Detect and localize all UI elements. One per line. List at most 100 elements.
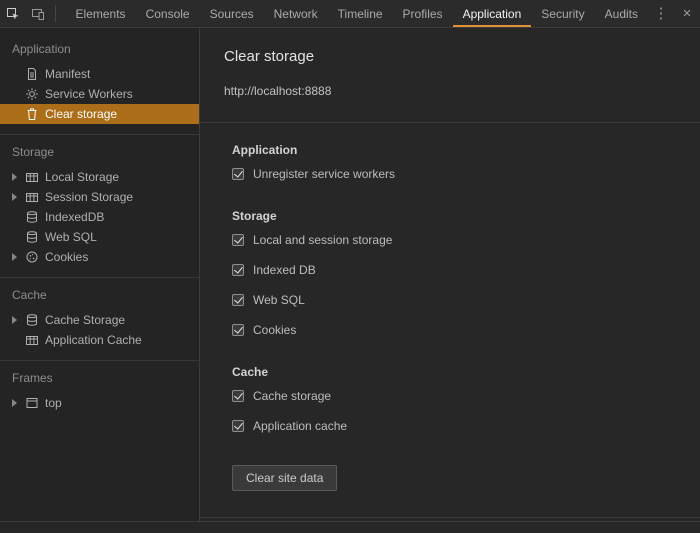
expand-arrow-icon[interactable] [12,173,25,181]
panel-tabs: Elements Console Sources Network Timelin… [66,0,648,27]
tab-audits[interactable]: Audits [595,0,648,27]
report-section-title: Application [232,143,676,157]
expand-arrow-icon[interactable] [12,253,25,261]
inspect-button[interactable] [0,0,25,27]
sidebar-item-label: Local Storage [45,170,119,184]
tab-elements[interactable]: Elements [66,0,136,27]
database-icon [25,230,43,244]
main-toolbar: Elements Console Sources Network Timelin… [0,0,700,28]
option-label: Cache storage [253,389,331,403]
tab-security[interactable]: Security [531,0,594,27]
clear-storage-panel: Clear storage http://localhost:8888 Appl… [200,28,700,521]
expand-arrow-icon[interactable] [12,316,25,324]
option-unregister-service-workers[interactable]: Unregister service workers [232,159,676,189]
sidebar-item-label: Cookies [45,250,88,264]
document-icon [25,67,43,81]
tab-profiles[interactable]: Profiles [393,0,453,27]
origin-url: http://localhost:8888 [224,84,676,98]
tab-timeline[interactable]: Timeline [328,0,393,27]
sidebar-section-title: Cache [0,280,199,310]
sidebar-item-label: Web SQL [45,230,97,244]
sidebar-item-cache-storage[interactable]: Cache Storage [0,310,199,330]
option-indexed-db[interactable]: Indexed DB [232,255,676,285]
option-cookies[interactable]: Cookies [232,315,676,345]
sidebar-section-storage: Storage Local Storage Session Storage [0,135,199,278]
sidebar-item-indexeddb[interactable]: IndexedDB [0,207,199,227]
sidebar-item-label: Cache Storage [45,313,125,327]
sidebar-item-clear-storage[interactable]: Clear storage [0,104,199,124]
device-toolbar-button[interactable] [25,0,50,27]
option-label: Web SQL [253,293,305,307]
sidebar-item-top-frame[interactable]: top [0,393,199,413]
local-and-session-storage-checkbox[interactable] [232,234,244,246]
tab-console[interactable]: Console [136,0,200,27]
sidebar-item-label: Application Cache [45,333,142,347]
option-application-cache[interactable]: Application cache [232,411,676,441]
cookie-icon [25,250,43,264]
report-section-application: Application Unregister service workers [232,143,676,189]
expand-arrow-icon[interactable] [12,193,25,201]
toolbar-separator [55,5,56,22]
sidebar-item-label: Session Storage [45,190,133,204]
sidebar-item-web-sql[interactable]: Web SQL [0,227,199,247]
drawer-edge[interactable] [0,521,700,533]
cache-storage-checkbox[interactable] [232,390,244,402]
database-icon [25,313,43,327]
tab-network[interactable]: Network [264,0,328,27]
application-cache-checkbox[interactable] [232,420,244,432]
option-local-and-session-storage[interactable]: Local and session storage [232,225,676,255]
report-section-title: Cache [232,365,676,379]
sidebar-item-manifest[interactable]: Manifest [0,64,199,84]
sidebar-item-cookies[interactable]: Cookies [0,247,199,267]
sidebar-section-frames: Frames top [0,361,199,423]
database-icon [25,210,43,224]
sidebar-section-title: Storage [0,137,199,167]
gear-icon [25,87,43,101]
more-icon: ⋮ [654,6,669,21]
sidebar-item-application-cache[interactable]: Application Cache [0,330,199,350]
expand-arrow-icon[interactable] [12,399,25,407]
sidebar-item-session-storage[interactable]: Session Storage [0,187,199,207]
sidebar-item-service-workers[interactable]: Service Workers [0,84,199,104]
page-title: Clear storage [224,46,676,68]
sidebar-section-title: Application [0,34,199,64]
option-label: Cookies [253,323,296,337]
frame-icon [25,396,43,410]
table-icon [25,170,43,184]
option-label: Indexed DB [253,263,316,277]
sidebar-section-title: Frames [0,363,199,393]
table-icon [25,190,43,204]
tab-sources[interactable]: Sources [200,0,264,27]
more-menu-button[interactable]: ⋮ [648,0,674,27]
toolbar-right-controls: ⋮ × [648,0,700,27]
application-sidebar: Application Manifest Service Workers [0,28,200,521]
devtools-window: Elements Console Sources Network Timelin… [0,0,700,533]
indexed-db-checkbox[interactable] [232,264,244,276]
sidebar-item-label: Service Workers [45,87,133,101]
tab-application[interactable]: Application [453,0,532,27]
option-web-sql[interactable]: Web SQL [232,285,676,315]
unregister-service-workers-checkbox[interactable] [232,168,244,180]
panel-header: Clear storage http://localhost:8888 [200,28,700,98]
clear-site-data-button[interactable]: Clear site data [232,465,337,491]
cookies-checkbox[interactable] [232,324,244,336]
panel-content: Application Manifest Service Workers [0,28,700,521]
clear-storage-report: Application Unregister service workers S… [200,123,700,491]
report-section-title: Storage [232,209,676,223]
sidebar-section-application: Application Manifest Service Workers [0,32,199,135]
device-toolbar-icon [31,7,45,21]
sidebar-item-local-storage[interactable]: Local Storage [0,167,199,187]
report-section-cache: Cache Cache storage Application cache [232,365,676,441]
inspect-icon [6,7,20,21]
option-label: Application cache [253,419,347,433]
option-cache-storage[interactable]: Cache storage [232,381,676,411]
close-icon: × [683,6,692,21]
sidebar-section-cache: Cache Cache Storage Application Cache [0,278,199,361]
close-button[interactable]: × [674,0,700,27]
sidebar-item-label: Manifest [45,67,90,81]
table-icon [25,333,43,347]
web-sql-checkbox[interactable] [232,294,244,306]
sidebar-item-label: Clear storage [45,107,117,121]
report-section-storage: Storage Local and session storage Indexe… [232,209,676,345]
trash-icon [25,107,43,121]
